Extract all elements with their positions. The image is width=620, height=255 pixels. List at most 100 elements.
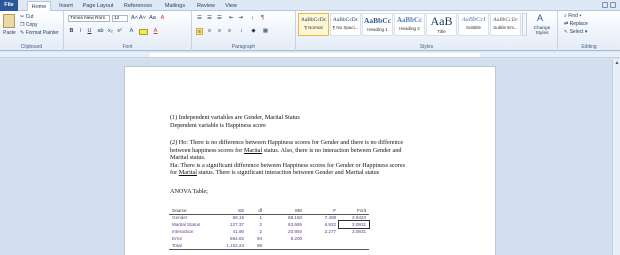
tab-file[interactable]: File <box>0 0 18 11</box>
style-title[interactable]: AaB Title <box>426 13 457 36</box>
text-run: status. Also, there is no interaction be… <box>262 146 402 154</box>
table-cell: 94 <box>256 236 263 241</box>
show-formatting-icon[interactable]: ¶ <box>259 15 266 22</box>
table-cell <box>305 242 340 250</box>
column-header: MS <box>265 207 306 215</box>
style-sample: AaB <box>430 14 453 28</box>
tab-review[interactable]: Review <box>194 1 218 11</box>
replace-button[interactable]: ⇄ Replace <box>564 21 588 27</box>
grow-font-button[interactable]: A˄ <box>131 15 138 22</box>
anova-title[interactable]: ANOVA Table; <box>170 188 470 196</box>
anova-table[interactable]: Source SS df MS F Fcrit Gender 68.15 1 6… <box>169 207 371 250</box>
select-label: Select <box>569 29 584 35</box>
borders-icon[interactable]: ▦ <box>262 28 269 35</box>
help-icon[interactable] <box>610 2 616 8</box>
paste-icon[interactable] <box>3 14 15 28</box>
column-header: Fcrit <box>339 207 370 215</box>
style-heading-1[interactable]: AaBbCc Heading 1 <box>362 13 393 36</box>
style-normal[interactable]: AaBbCcDc ¶ Normal <box>298 13 329 36</box>
tab-page-layout[interactable]: Page Layout <box>80 1 116 11</box>
paragraph-group-label: Paragraph <box>231 44 256 50</box>
line-spacing-icon[interactable]: ↕ <box>238 28 245 35</box>
font-family-select[interactable]: Times New Rom <box>68 15 110 22</box>
sort-icon[interactable]: ↓ <box>249 15 256 22</box>
style-sample: AaBbCc <box>363 16 392 25</box>
tab-insert[interactable]: Insert <box>55 1 77 11</box>
font-size-select[interactable]: 12 <box>112 15 128 22</box>
text-line: (1) Independent variables are Gender, Ma… <box>170 114 300 121</box>
change-case-button[interactable]: Aa <box>149 15 156 22</box>
superscript-icon[interactable]: x² <box>116 28 123 35</box>
text-effects-icon[interactable]: A <box>128 28 135 35</box>
text-line: Ha: There is a significant difference be… <box>170 161 405 169</box>
column-header: SS <box>203 207 248 215</box>
cut-button[interactable]: ✂ Cut <box>20 14 33 20</box>
italic-button[interactable]: I <box>77 28 84 35</box>
cut-label: Cut <box>25 14 34 20</box>
tab-references[interactable]: References <box>120 1 156 11</box>
numbering-icon[interactable]: ☰ <box>206 15 213 22</box>
column-header: Source <box>169 207 204 215</box>
style-subtitle[interactable]: AaBbCcI Subtitle <box>458 13 489 36</box>
horizontal-ruler[interactable] <box>0 52 620 58</box>
table-cell: 6.922 <box>324 222 337 227</box>
style-sample: AaBbCcDc <box>493 17 518 23</box>
copy-button[interactable]: ❐ Copy <box>20 22 38 28</box>
ribbon-tab-bar: File Home Insert Page Layout References … <box>0 0 620 12</box>
column-header: df <box>247 207 266 215</box>
align-left-icon[interactable]: ≡ <box>196 28 203 35</box>
paste-button[interactable]: Paste <box>3 30 16 36</box>
tab-mailings[interactable]: Mailings <box>160 1 190 11</box>
find-label: Find <box>568 13 578 19</box>
table-cell: 2 <box>259 229 263 234</box>
subscript-icon[interactable]: x₂ <box>107 28 114 35</box>
text-run: between happiness scores for <box>170 146 244 154</box>
find-icon: ⌕ <box>564 13 567 19</box>
scroll-up-icon[interactable]: ▲ <box>614 60 620 66</box>
style-name: ¶ Normal <box>304 25 323 30</box>
highlight-color-icon[interactable] <box>139 29 148 35</box>
text-line: Dependent variable is Happiness score <box>170 121 266 129</box>
table-row: Interaction 41.90 2 20.950 2.277 3.0931 <box>169 228 369 235</box>
clear-formatting-button[interactable]: A <box>159 15 166 22</box>
shrink-font-button[interactable]: A˅ <box>139 15 146 22</box>
strikethrough-icon[interactable]: ab <box>97 28 104 35</box>
table-row: Marital Status 127.37 2 63.685 6.922 3.0… <box>169 220 371 229</box>
style-name: Subtitle <box>465 25 481 30</box>
align-center-icon[interactable]: ≡ <box>206 28 213 35</box>
minimize-ribbon-icon[interactable] <box>602 2 608 8</box>
increase-indent-icon[interactable]: ⇥ <box>237 15 244 22</box>
table-row: Gender 68.15 1 68.150 7.408 3.9423 <box>169 214 369 221</box>
font-color-icon[interactable]: A <box>152 28 159 35</box>
document-page[interactable]: (1) Independent variables are Gender, Ma… <box>124 66 496 255</box>
style-subtle-emphasis[interactable]: AaBbCcDc Subtle Em... <box>490 13 521 36</box>
decrease-indent-icon[interactable]: ⇤ <box>228 15 235 22</box>
style-name: Heading 2 <box>399 26 420 31</box>
style-no-spacing[interactable]: AaBbCcDc ¶ No Spaci... <box>330 13 361 36</box>
paragraph-variables[interactable]: (1) Independent variables are Gender, Ma… <box>170 114 470 129</box>
bold-button[interactable]: B <box>68 28 75 35</box>
change-styles-icon[interactable]: A <box>534 13 546 24</box>
style-name: ¶ No Spaci... <box>332 25 359 30</box>
vertical-scrollbar[interactable]: ▲ <box>612 59 620 255</box>
table-cell: 1 <box>259 215 263 221</box>
change-styles-button[interactable]: Change Styles <box>529 26 555 36</box>
table-cell <box>339 235 369 242</box>
shading-icon[interactable]: ◆ <box>250 28 257 35</box>
table-cell: 41.90 <box>232 229 245 234</box>
tab-view[interactable]: View <box>221 1 241 11</box>
style-heading-2[interactable]: AaBbCc Heading 2 <box>394 13 425 36</box>
format-painter-button[interactable]: ✎ Format Painter <box>20 30 59 36</box>
table-cell: Total <box>169 242 204 250</box>
underline-button[interactable]: U <box>86 28 93 35</box>
find-button[interactable]: ⌕ Find ▾ <box>564 13 581 19</box>
justify-icon[interactable]: ≡ <box>226 28 233 35</box>
paragraph-null-hypothesis[interactable]: (2) Ho: There is no difference between H… <box>170 139 470 177</box>
copy-icon: ❐ <box>20 22 25 28</box>
bullets-icon[interactable]: ☰ <box>196 15 203 22</box>
multilevel-list-icon[interactable]: ☰ <box>216 15 223 22</box>
align-right-icon[interactable]: ≡ <box>216 28 223 35</box>
select-button[interactable]: ↖ Select ▾ <box>564 29 587 35</box>
clipboard-group: Paste ✂ Cut ❐ Copy ✎ Format Painter Clip… <box>0 11 64 51</box>
styles-scroll-icon[interactable] <box>522 13 527 36</box>
